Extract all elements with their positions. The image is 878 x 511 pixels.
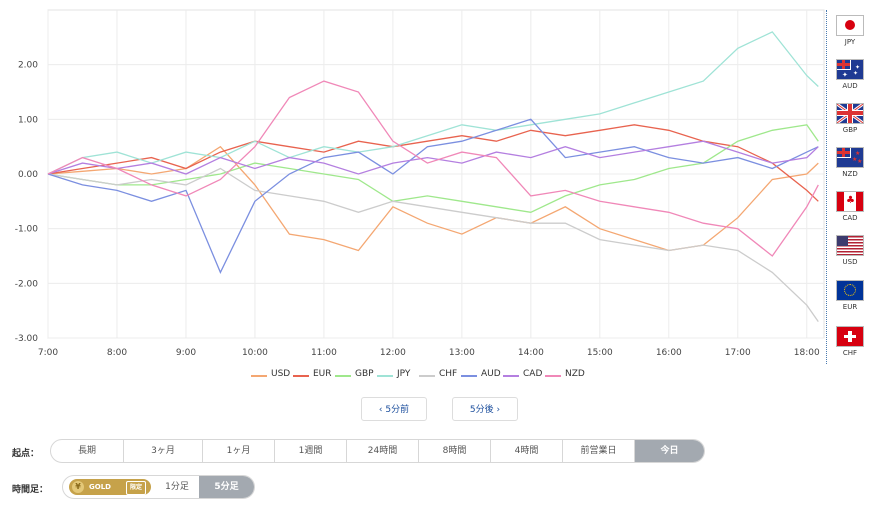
legend-label: JPY <box>397 369 411 379</box>
x-tick-label: 13:00 <box>449 348 475 358</box>
legend-label: GBP <box>355 369 374 379</box>
gold-limited-badge[interactable]: ¥ GOLD 限定 <box>69 479 151 495</box>
switzerland-flag-icon <box>836 326 864 347</box>
flag-code-label: JPY <box>844 38 856 46</box>
flag-code-label: EUR <box>842 303 858 311</box>
japan-flag-icon <box>836 15 864 36</box>
start-point-selector: 長期 3ヶ月 1ヶ月 1週間 24時間 8時間 4時間 前営業日 今日 <box>50 439 705 463</box>
x-tick-label: 11:00 <box>311 348 337 358</box>
start-point-option-3[interactable]: 1週間 <box>274 440 346 462</box>
legend-swatch <box>503 375 519 377</box>
x-tick-label: 16:00 <box>656 348 682 358</box>
start-point-option-4[interactable]: 24時間 <box>346 440 418 462</box>
flag-code-label: NZD <box>842 170 858 178</box>
legend-swatch <box>461 375 477 377</box>
x-tick-label: 18:00 <box>794 348 820 358</box>
x-tick-label: 7:00 <box>38 348 58 358</box>
flag-code-label: CAD <box>842 214 858 222</box>
next-5min-button[interactable]: 5分後 › <box>452 397 518 421</box>
start-point-option-0[interactable]: 長期 <box>51 440 123 462</box>
legend-label: EUR <box>313 369 332 379</box>
flag-item-aud[interactable]: ✦ ✦ ✦ AUD <box>835 59 865 90</box>
flag-item-jpy[interactable]: JPY <box>835 15 865 46</box>
timeframe-label: 時間足： <box>12 485 49 495</box>
legend-swatch <box>293 375 309 377</box>
currency-flag-panel: JPY ✦ ✦ ✦ AUD GBP ★ ★ ★ NZD ♣ CAD USD EUR CHF <box>826 10 873 364</box>
legend-swatch <box>251 375 267 377</box>
canada-flag-icon: ♣ <box>836 191 864 212</box>
eu-flag-icon <box>836 280 864 301</box>
legend-label: CHF <box>439 369 458 379</box>
gold-label: GOLD <box>89 483 111 491</box>
start-point-option-5[interactable]: 8時間 <box>418 440 490 462</box>
flag-code-label: CHF <box>842 349 858 357</box>
timeframe-option-1[interactable]: 5分足 <box>199 476 254 498</box>
legend-label: AUD <box>481 369 501 379</box>
timeframe-selector: ¥ GOLD 限定 1分足 5分足 <box>62 475 255 499</box>
timeframe-option-0[interactable]: 1分足 <box>155 476 199 498</box>
x-tick-label: 14:00 <box>518 348 544 358</box>
start-point-label: 起点： <box>12 449 40 459</box>
y-tick-label: -2.00 <box>15 279 39 289</box>
x-tick-label: 10:00 <box>242 348 268 358</box>
new-zealand-flag-icon: ★ ★ ★ <box>836 147 864 168</box>
flag-code-label: USD <box>842 258 858 266</box>
legend-swatch <box>545 375 561 377</box>
flag-code-label: GBP <box>842 126 858 134</box>
usa-flag-icon <box>836 235 864 256</box>
x-tick-label: 9:00 <box>176 348 196 358</box>
x-tick-label: 8:00 <box>107 348 127 358</box>
start-point-option-8[interactable]: 今日 <box>634 440 704 462</box>
y-tick-label: 2.00 <box>18 61 38 71</box>
flag-item-nzd[interactable]: ★ ★ ★ NZD <box>835 147 865 178</box>
x-tick-label: 17:00 <box>725 348 751 358</box>
y-tick-label: -3.00 <box>15 334 39 344</box>
australia-flag-icon: ✦ ✦ ✦ <box>836 59 864 80</box>
flag-item-eur[interactable]: EUR <box>835 280 865 311</box>
legend-label: NZD <box>565 369 585 379</box>
flag-item-chf[interactable]: CHF <box>835 326 865 357</box>
start-point-option-1[interactable]: 3ヶ月 <box>123 440 202 462</box>
flag-item-cad[interactable]: ♣ CAD <box>835 191 865 222</box>
start-point-option-2[interactable]: 1ヶ月 <box>202 440 274 462</box>
start-point-option-6[interactable]: 4時間 <box>490 440 562 462</box>
flag-item-gbp[interactable]: GBP <box>835 103 865 134</box>
legend-swatch <box>377 375 393 377</box>
gold-coin-icon: ¥ <box>72 481 84 493</box>
chart-legend: USD EUR GBP JPY CHF AUD CAD NZD <box>0 369 826 383</box>
x-tick-label: 12:00 <box>380 348 406 358</box>
legend-label: CAD <box>523 369 543 379</box>
line-chart: 2.00 1.00 0.00 -1.00 -2.00 -3.00 7:00 8:00 9:00 1… <box>15 9 825 358</box>
chart-area: 2.00 1.00 0.00 -1.00 -2.00 -3.00 7:00 8:00 9:00 1… <box>0 0 878 365</box>
legend-swatch <box>419 375 435 377</box>
y-tick-label: 1.00 <box>18 115 38 125</box>
flag-item-usd[interactable]: USD <box>835 235 865 266</box>
prev-5min-button[interactable]: ‹ 5分前 <box>361 397 427 421</box>
legend-label: USD <box>271 369 291 379</box>
gold-limited-tag: 限定 <box>126 481 147 495</box>
x-tick-label: 15:00 <box>587 348 613 358</box>
y-tick-label: 0.00 <box>18 170 38 180</box>
flag-code-label: AUD <box>842 82 858 90</box>
uk-flag-icon <box>836 103 864 124</box>
start-point-option-7[interactable]: 前営業日 <box>562 440 634 462</box>
y-tick-label: -1.00 <box>15 225 39 235</box>
legend-swatch <box>335 375 351 377</box>
